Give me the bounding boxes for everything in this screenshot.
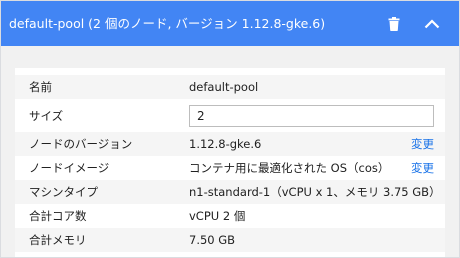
machine-type-value: n1-standard-1（vCPU x 1、メモリ 3.75 GB）	[189, 185, 441, 199]
row-total-memory: 合計メモリ 7.50 GB	[15, 228, 445, 252]
size-label: サイズ	[29, 109, 64, 123]
row-machine-type: マシンタイプ n1-standard-1（vCPU x 1、メモリ 3.75 G…	[15, 180, 445, 204]
total-memory-label: 合計メモリ	[29, 233, 87, 247]
change-node-version-link[interactable]: 変更	[411, 132, 434, 156]
total-cores-label: 合計コア数	[29, 209, 87, 223]
row-node-image: ノードイメージ コンテナ用に最適化された OS（cos） 変更	[15, 156, 445, 180]
total-memory-value: 7.50 GB	[189, 233, 236, 247]
node-image-value: コンテナ用に最適化された OS（cos）	[189, 161, 390, 175]
name-value: default-pool	[189, 80, 259, 94]
row-node-version: ノードのバージョン 1.12.8-gke.6 変更	[15, 132, 445, 156]
node-pool-panel: default-pool (2 個のノード, バージョン 1.12.8-gke.…	[0, 0, 460, 258]
row-name: 名前 default-pool	[15, 75, 445, 99]
node-pool-details: 名前 default-pool サイズ ノードのバージョン 1.12.8-gke…	[15, 68, 445, 257]
node-version-label: ノードのバージョン	[29, 137, 133, 151]
row-total-cores: 合計コア数 vCPU 2 個	[15, 204, 445, 228]
change-node-image-link[interactable]: 変更	[411, 156, 434, 180]
node-image-label: ノードイメージ	[29, 161, 110, 175]
collapse-button[interactable]	[417, 9, 447, 39]
size-input[interactable]	[189, 105, 434, 127]
node-pool-header[interactable]: default-pool (2 個のノード, バージョン 1.12.8-gke.…	[1, 1, 459, 46]
node-version-value: 1.12.8-gke.6	[189, 137, 262, 151]
trash-icon	[388, 17, 400, 31]
node-pool-title: default-pool (2 個のノード, バージョン 1.12.8-gke.…	[9, 16, 326, 31]
name-label: 名前	[29, 80, 52, 94]
total-cores-value: vCPU 2 個	[189, 209, 246, 223]
machine-type-label: マシンタイプ	[29, 185, 98, 199]
row-size: サイズ	[15, 104, 445, 128]
chevron-up-icon	[424, 19, 440, 29]
delete-node-pool-button[interactable]	[379, 9, 409, 39]
